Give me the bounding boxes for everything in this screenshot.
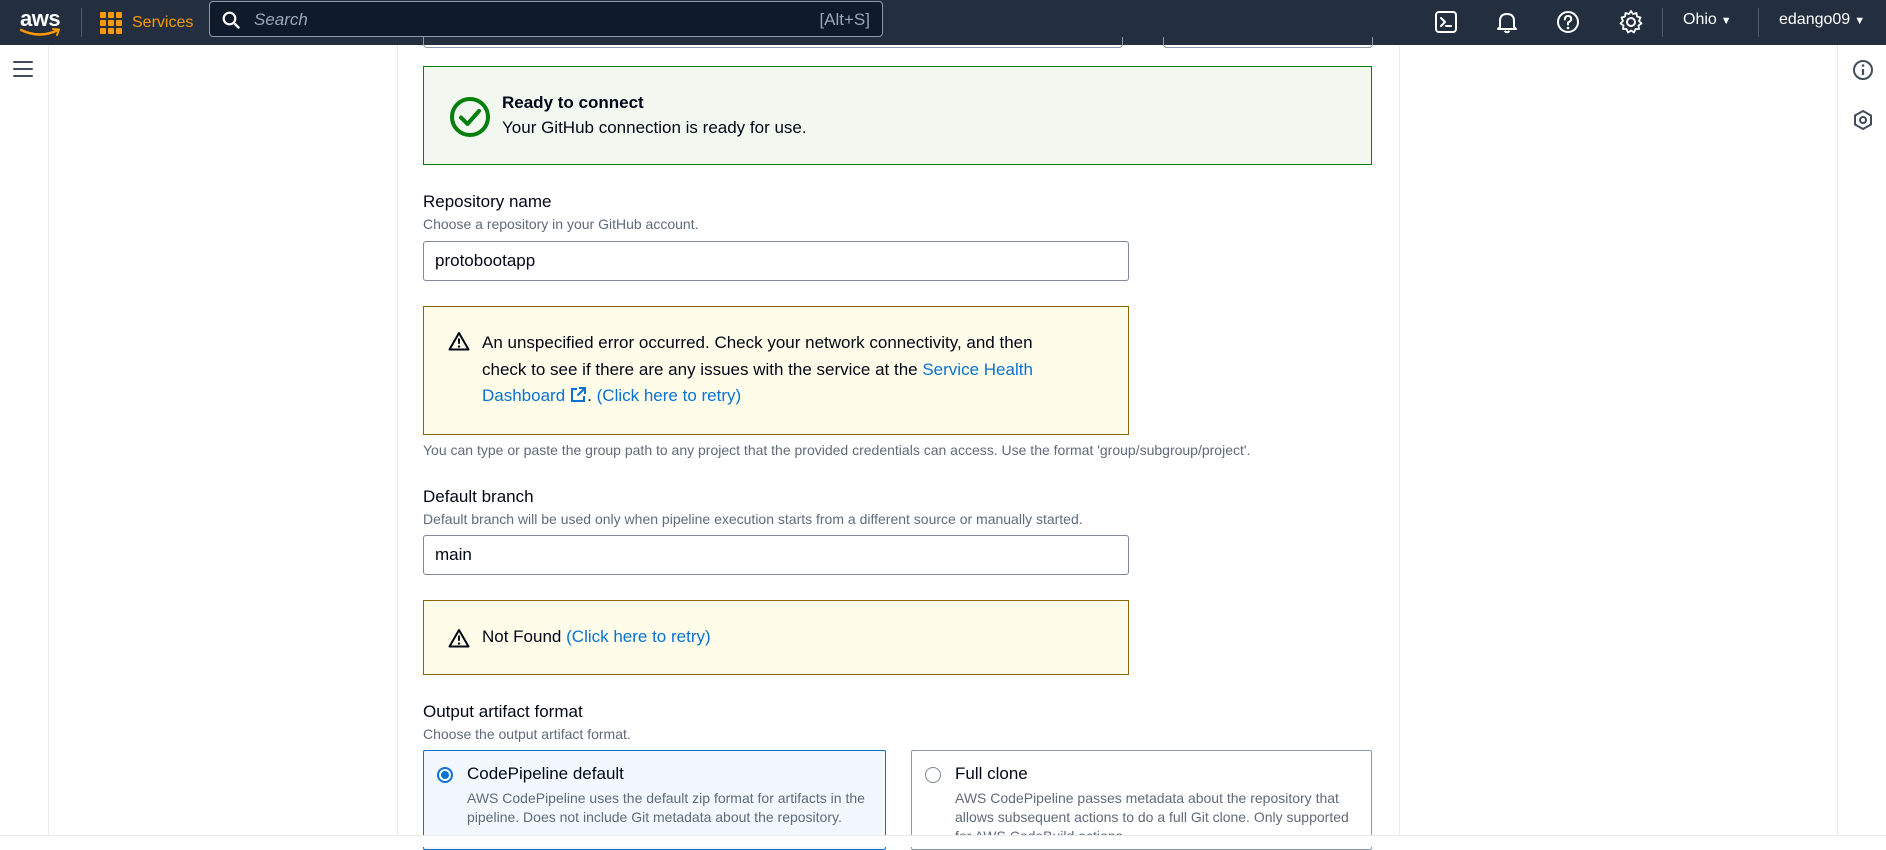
info-icon[interactable] xyxy=(1852,59,1874,81)
bottom-edge xyxy=(0,835,1886,847)
repository-name-description: Choose a repository in your GitHub accou… xyxy=(423,216,699,232)
dashboard-link-text: Dashboard xyxy=(482,386,566,405)
services-grid-icon xyxy=(100,12,122,34)
region-selector[interactable]: Ohio ▼ xyxy=(1683,11,1732,29)
search-shortcut: [Alt+S] xyxy=(819,10,870,29)
right-tools-rail xyxy=(1837,45,1886,836)
menu-icon[interactable] xyxy=(13,61,33,82)
default-branch-label: Default branch xyxy=(423,487,534,506)
branch-error-alert: Not Found (Click here to retry) xyxy=(423,600,1129,675)
help-icon[interactable] xyxy=(1555,9,1581,35)
connection-success-alert: Ready to connect Your GitHub connection … xyxy=(423,66,1372,165)
default-branch-input[interactable]: main xyxy=(423,535,1129,575)
check-circle-icon xyxy=(450,97,490,137)
alert-message: Your GitHub connection is ready for use. xyxy=(502,118,807,137)
search-placeholder: Search xyxy=(254,10,308,29)
caret-down-icon: ▼ xyxy=(1854,15,1866,27)
services-label: Services xyxy=(132,14,194,31)
error-text-line2-wrapper: check to see if there are any issues wit… xyxy=(482,357,1033,384)
option-title: CodePipeline default xyxy=(467,764,624,783)
nav-divider xyxy=(81,8,82,37)
repository-name-input[interactable]: protobootapp xyxy=(423,241,1129,281)
radio-unselected[interactable] xyxy=(925,767,941,783)
error-text-line1: An unspecified error occurred. Check you… xyxy=(482,333,1033,352)
nav-divider xyxy=(1758,8,1759,37)
repository-hint: You can type or paste the group path to … xyxy=(423,442,1251,458)
left-navigation-rail xyxy=(0,45,49,836)
service-health-link[interactable]: Service Health xyxy=(922,360,1033,379)
option-description: AWS CodePipeline uses the default zip fo… xyxy=(467,790,865,825)
branch-error-text-wrapper: Not Found (Click here to retry) xyxy=(482,624,711,651)
option-title: Full clone xyxy=(955,764,1028,783)
search-icon xyxy=(222,11,240,29)
error-separator: . xyxy=(587,386,592,405)
gear-icon[interactable] xyxy=(1618,9,1644,35)
resources-icon[interactable] xyxy=(1852,109,1874,131)
error-text-line2: check to see if there are any issues wit… xyxy=(482,359,918,379)
region-label: Ohio xyxy=(1683,11,1717,28)
retry-link[interactable]: (Click here to retry) xyxy=(566,627,711,646)
services-menu-button[interactable]: Services xyxy=(100,9,193,37)
retry-link[interactable]: (Click here to retry) xyxy=(597,386,742,405)
artifact-format-description: Choose the output artifact format. xyxy=(423,726,631,742)
service-health-dashboard-link[interactable]: Dashboard xyxy=(482,386,587,405)
default-branch-description: Default branch will be used only when pi… xyxy=(423,511,1083,527)
external-link-icon xyxy=(571,387,587,402)
error-text-line3-wrapper: Dashboard . (Click here to retry) xyxy=(482,383,741,410)
account-menu[interactable]: edango09 ▼ xyxy=(1779,11,1865,29)
search-input[interactable]: Search [Alt+S] xyxy=(209,1,883,37)
caret-down-icon: ▼ xyxy=(1720,15,1732,27)
cut-off-input[interactable] xyxy=(423,37,1123,48)
repository-error-alert: An unspecified error occurred. Check you… xyxy=(423,306,1129,435)
cut-off-button[interactable] xyxy=(1163,37,1373,48)
warning-icon xyxy=(448,332,470,351)
bell-icon[interactable] xyxy=(1494,9,1520,35)
cloudshell-icon[interactable] xyxy=(1433,9,1459,35)
account-name: edango09 xyxy=(1779,11,1851,28)
nav-divider xyxy=(1662,8,1663,37)
aws-smile-icon xyxy=(20,28,60,36)
repository-name-label: Repository name xyxy=(423,192,552,211)
aws-logo[interactable]: aws xyxy=(18,6,66,38)
radio-selected[interactable] xyxy=(437,767,453,783)
branch-error-text: Not Found xyxy=(482,627,562,646)
artifact-format-label: Output artifact format xyxy=(423,702,583,721)
warning-icon xyxy=(448,629,470,648)
alert-title: Ready to connect xyxy=(502,93,644,112)
